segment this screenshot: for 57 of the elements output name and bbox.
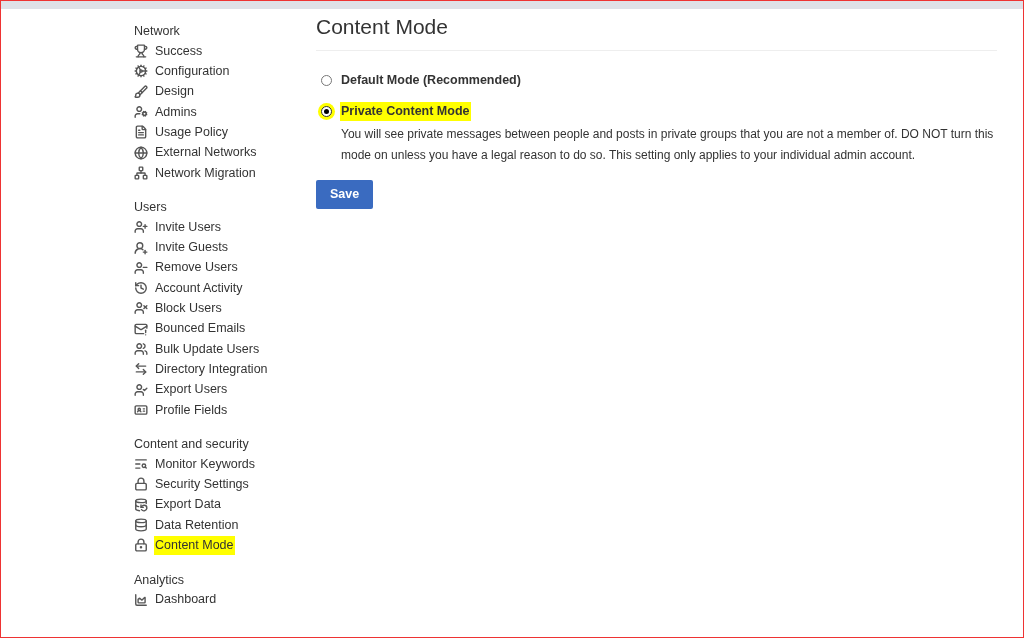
area-chart-icon xyxy=(134,592,148,607)
sidebar-link[interactable]: Content Mode xyxy=(154,536,235,555)
sidebar-link[interactable]: Usage Policy xyxy=(154,122,229,142)
users-icon xyxy=(134,342,148,356)
save-button[interactable]: Save xyxy=(316,179,374,209)
sidebar-link[interactable]: Admins xyxy=(154,102,198,122)
sidebar-link[interactable]: Profile Fields xyxy=(154,400,229,420)
user-plus-icon xyxy=(134,240,148,255)
document-icon xyxy=(134,125,148,140)
option-label: Private Content Mode xyxy=(340,101,471,121)
mail-alert-icon xyxy=(134,321,148,336)
sidebar-link[interactable]: Data Retention xyxy=(154,515,240,535)
sidebar-link[interactable]: Invite Users xyxy=(154,217,222,237)
brush-icon xyxy=(134,84,148,99)
lock-icon xyxy=(134,538,148,553)
sidebar-link[interactable]: Account Activity xyxy=(154,278,244,298)
sidebar-link[interactable]: Security Settings xyxy=(154,475,250,494)
sidebar-link[interactable]: Network Migration xyxy=(154,163,257,183)
section-heading: Users xyxy=(134,199,168,217)
database-icon xyxy=(134,497,148,512)
arrows-icon xyxy=(134,362,148,377)
radio-button[interactable] xyxy=(321,74,332,86)
section-heading: Network xyxy=(134,23,181,40)
history-icon xyxy=(134,281,148,296)
sidebar-link[interactable]: Block Users xyxy=(154,299,223,318)
network-icon xyxy=(134,165,148,180)
sidebar-link[interactable]: Bounced Emails xyxy=(154,319,247,339)
section-heading: Content and security xyxy=(134,436,250,454)
lock-icon xyxy=(134,477,148,492)
sidebar-link[interactable]: Export Data xyxy=(154,495,222,515)
sidebar-link[interactable]: Success xyxy=(154,41,204,61)
user-minus-icon xyxy=(134,260,148,275)
sidebar-link[interactable]: Dashboard xyxy=(154,590,218,610)
page-title: Content Mode xyxy=(316,14,997,51)
sidebar-link[interactable]: Invite Guests xyxy=(154,238,229,257)
id-card-icon xyxy=(134,402,148,417)
option-description: You will see private messages between people and posts in private groups that you are not a member of. DO NOT turn this mode on unless you have a legal reason to do so. This setting only applies to your individual admin account. xyxy=(340,125,995,164)
gear-icon xyxy=(134,64,148,79)
radio-button[interactable] xyxy=(321,105,332,117)
user-gear-icon xyxy=(134,105,148,120)
sidebar-link[interactable]: Remove Users xyxy=(154,258,239,278)
option-label: Default Mode (Recommended) xyxy=(340,72,522,89)
trophy-icon xyxy=(134,44,148,59)
database-icon xyxy=(134,518,148,533)
section-heading: Analytics xyxy=(134,571,186,589)
sidebar-link[interactable]: Directory Integration xyxy=(154,359,269,379)
globe-icon xyxy=(134,145,148,160)
user-x-icon xyxy=(134,301,148,316)
sidebar-link[interactable]: Design xyxy=(154,82,195,102)
sidebar-link[interactable]: Monitor Keywords xyxy=(154,454,257,474)
sidebar-link[interactable]: Configuration xyxy=(154,62,231,81)
sidebar-link[interactable]: Bulk Update Users xyxy=(154,339,261,359)
user-check-icon xyxy=(134,382,148,397)
text-search-icon xyxy=(134,457,148,472)
sidebar-link[interactable]: Export Users xyxy=(154,380,229,399)
sidebar-link[interactable]: External Networks xyxy=(154,143,258,162)
user-plus-icon xyxy=(134,220,148,235)
